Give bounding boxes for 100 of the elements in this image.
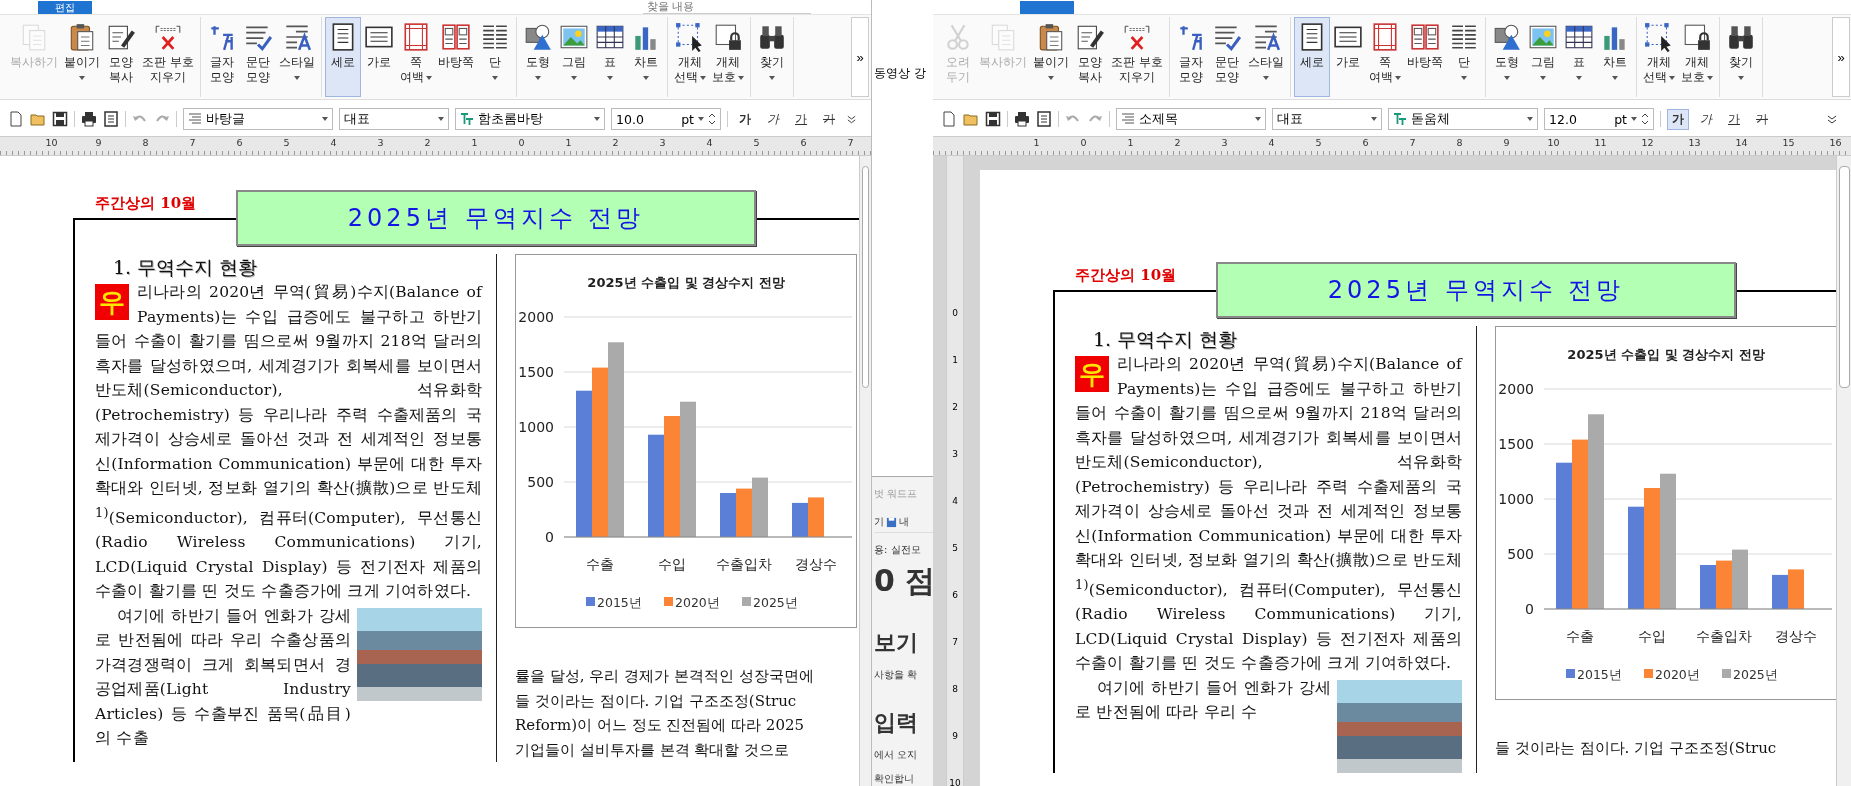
spinner-icon[interactable] [1641,112,1649,126]
ribbon-button[interactable]: 쪽 여백 [1365,17,1404,97]
ribbon-button[interactable]: 모양 복사 [103,17,139,97]
chart-title: 2025년 수출입 및 경상수지 전망 [587,275,785,290]
language-dropdown[interactable]: 대표 [339,108,449,130]
preview-icon[interactable] [103,111,119,127]
ribbon-button[interactable]: 개체 선택 [670,17,709,97]
ribbon-button[interactable]: 조판 부호 지우기 [1108,17,1166,97]
ribbon-button[interactable]: 조판 부호 지우기 [139,17,197,97]
ruler-number: 7 [188,137,197,150]
caret-icon [1631,117,1637,121]
ribbon-button[interactable]: 바탕쪽 [434,17,477,97]
caret-icon [1394,75,1401,80]
ribbon-button[interactable]: 가로 [360,17,397,97]
ribbon-button[interactable]: 바탕쪽 [1403,17,1446,97]
axis-label: 500 [527,474,554,490]
ribbon-button[interactable]: 그림 [555,17,592,97]
ribbon-button[interactable]: 세로 [324,17,361,97]
ruler-number: 8 [1455,137,1464,150]
new-document-icon[interactable] [8,111,24,127]
ribbon-button[interactable]: 개체 선택 [1639,17,1678,97]
more-button[interactable]: » [851,17,869,97]
print-icon[interactable] [1014,111,1030,127]
preview-icon[interactable] [1036,111,1052,127]
save-icon[interactable] [52,111,68,127]
ribbon-button[interactable]: 붙이기 [61,17,103,97]
ruler-number: 2 [1173,137,1182,150]
scrollbar-thumb[interactable] [862,166,869,388]
ribbon-button[interactable]: 차트 [1596,17,1633,97]
format-button[interactable]: 가 [734,108,756,130]
ribbon-button[interactable]: 스타일 [1244,17,1287,97]
more-button[interactable]: » [1832,17,1850,97]
ribbon-button[interactable]: 문단 모양 [1208,17,1245,97]
style-dropdown[interactable]: 소제목 [1116,108,1266,130]
ribbon-button[interactable]: 붙이기 [1030,17,1072,97]
axis-label: 1500 [518,364,554,380]
language-dropdown[interactable]: 대표 [1272,108,1382,130]
ribbon-button[interactable]: 개체 보호 [708,17,747,97]
caret-icon [737,75,744,80]
font-dropdown[interactable]: 함초롬바탕 [455,108,605,130]
menu-tab[interactable]: 편집 [38,1,92,14]
paragraph: 여기에 하반기 들어 엔화가 강세로 반전됨에 따라 우리 수출상품의 가격경쟁력이 크게 회복되면서 경공업제품(Light Industry Articles) 등 수출부진 품목(品目)의 수출 [95,605,351,750]
legend-label: 2025년 [753,595,798,610]
section-heading: 1. 무역수지 현황 [113,255,259,280]
ribbon-button[interactable]: 글자 모양 [203,17,240,97]
style-dropdown[interactable]: 바탕글 [183,108,333,130]
ribbon-button[interactable]: 단 [476,17,513,97]
font-dropdown[interactable]: 돋움체 [1388,108,1538,130]
ruler-number: 4 [1267,137,1276,150]
ribbon-button[interactable]: 도형 [1488,17,1525,97]
print-icon[interactable] [81,111,97,127]
legend-label: 2020년 [675,595,720,610]
ribbon-button[interactable]: 차트 [627,17,664,97]
ruler-number: 7 [1408,137,1417,150]
ribbon-button[interactable]: 찾기 [753,17,790,97]
caret-icon [698,117,704,121]
format-button[interactable]: 가 [1667,108,1689,130]
ribbon-button[interactable]: 세로 [1293,17,1330,97]
format-button[interactable]: 가 [1723,108,1745,130]
folder-icon[interactable] [30,111,46,127]
ruler-number: 8 [141,137,150,150]
format-button[interactable]: 가 [818,108,840,130]
chevron-icon[interactable] [1826,113,1838,125]
scrollbar-thumb[interactable] [1839,166,1850,388]
ribbon-button[interactable]: 그림 [1524,17,1561,97]
chevron-icon[interactable] [846,113,857,125]
axis-label: 0 [1525,601,1534,617]
scrollbar[interactable] [859,156,871,786]
search-field[interactable]: 찾을 내용 [643,0,811,14]
format-button[interactable]: 가 [762,108,784,130]
font-size-field[interactable]: 10.0 pt [611,108,721,130]
ribbon-button[interactable]: 모양 복사 [1072,17,1108,97]
ribbon-button[interactable]: 글자 모양 [1172,17,1209,97]
ribbon-button[interactable]: 스타일 [275,17,318,97]
ribbon-button[interactable]: 쪽 여백 [396,17,435,97]
ruler-number: 9 [94,137,103,150]
ribbon-button[interactable]: 도형 [519,17,556,97]
ribbon-button[interactable]: 표 [591,17,628,97]
font-size-field[interactable]: 12.0 pt [1544,108,1654,130]
ruler-number: 1 [564,137,573,150]
text-fragment: 용: 실전모 [874,543,921,557]
legend-label: 2015년 [1577,667,1622,682]
spinner-icon[interactable] [708,112,716,126]
ribbon-button[interactable]: 가로 [1329,17,1366,97]
ribbon-button[interactable]: 찾기 [1722,17,1759,97]
scrollbar[interactable] [1836,156,1851,786]
folder-icon[interactable] [963,111,979,127]
format-button[interactable]: 가 [1695,108,1717,130]
format-button[interactable]: 가 [790,108,812,130]
category-label: 경상수 [1775,628,1817,644]
caret-icon [1371,117,1377,121]
format-button[interactable]: 가 [1751,108,1773,130]
save-icon[interactable] [985,111,1001,127]
new-document-icon[interactable] [941,111,957,127]
ribbon-button[interactable]: 문단 모양 [239,17,276,97]
ribbon-button[interactable]: 표 [1560,17,1597,97]
ruler-number: 6 [1361,137,1370,150]
ribbon-button[interactable]: 단 [1445,17,1482,97]
ribbon-button[interactable]: 개체 보호 [1677,17,1716,97]
caret-icon [1668,75,1675,80]
